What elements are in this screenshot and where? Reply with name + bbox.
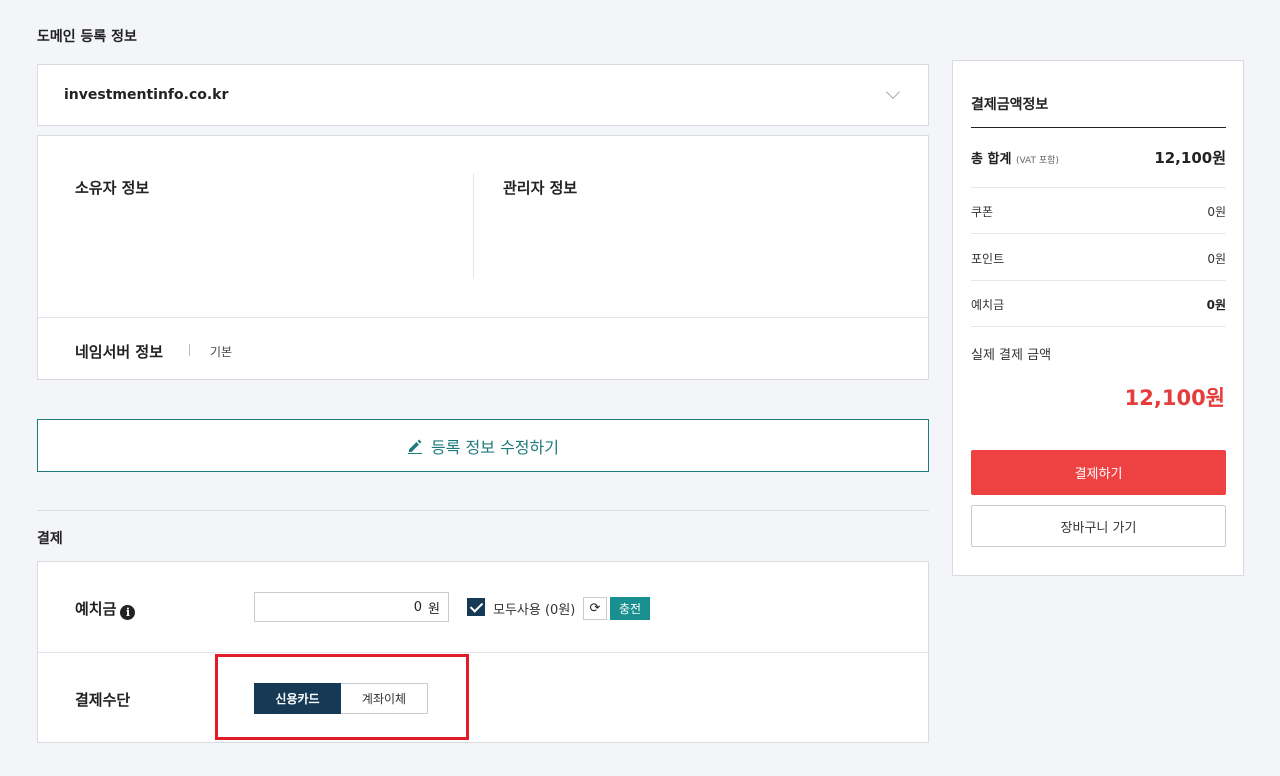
payment-section-title: 결제	[37, 531, 63, 547]
point-value: 0원	[1207, 252, 1226, 266]
owner-info-title: 소유자 정보	[75, 179, 150, 197]
refresh-button[interactable]: ⟳	[583, 597, 607, 620]
payment-divider	[37, 510, 929, 511]
use-all-label[interactable]: 모두사용 (0원)	[493, 599, 575, 618]
edit-registration-label: 등록 정보 수정하기	[431, 437, 559, 457]
chevron-down-icon	[885, 84, 901, 100]
summary-coupon-row: 쿠폰 0원	[971, 203, 1226, 220]
refresh-icon: ⟳	[589, 601, 601, 616]
pay-button[interactable]: 결제하기	[971, 450, 1226, 495]
deposit-label: 예치금	[75, 600, 117, 618]
coupon-value: 0원	[1207, 205, 1226, 219]
info-icon[interactable]: i	[120, 605, 136, 620]
summary-deposit-label: 예치금	[971, 298, 1005, 312]
total-value: 12,100원	[1154, 149, 1226, 167]
summary-divider	[971, 233, 1226, 234]
domain-select[interactable]: investmentinfo.co.kr	[37, 64, 929, 126]
vat-note: (VAT 포함)	[1015, 156, 1059, 166]
summary-title: 결제금액정보	[971, 97, 1049, 113]
total-label: 총 합계	[971, 152, 1012, 167]
deposit-input-unit: 원	[428, 601, 440, 617]
coupon-label: 쿠폰	[971, 205, 994, 219]
final-amount-value: 12,100원	[1124, 386, 1225, 410]
admin-info-title: 관리자 정보	[503, 179, 578, 197]
domain-section-title: 도메인 등록 정보	[37, 29, 137, 45]
pencil-icon	[408, 439, 423, 454]
selected-domain: investmentinfo.co.kr	[64, 87, 229, 103]
highlight-box	[215, 654, 469, 740]
edit-registration-button[interactable]: 등록 정보 수정하기	[37, 419, 929, 472]
summary-deposit-row: 예치금 0원	[971, 296, 1226, 313]
summary-divider	[971, 280, 1226, 281]
summary-divider	[971, 187, 1226, 188]
deposit-row-label: 예치금 i	[75, 598, 136, 620]
summary-total-row: 총 합계 (VAT 포함) 12,100원	[971, 147, 1226, 168]
payment-card: 예치금 i 0 원 모두사용 (0원) ⟳ 충전 결제수단 신용카드 계좌이체	[37, 561, 929, 743]
go-to-cart-button[interactable]: 장바구니 가기	[971, 505, 1226, 547]
summary-deposit-value: 0원	[1206, 298, 1226, 312]
column-divider	[473, 173, 474, 279]
payment-row-divider	[38, 652, 928, 653]
payment-method-label: 결제수단	[75, 691, 131, 709]
point-label: 포인트	[971, 252, 1005, 266]
nameserver-value: 기본	[210, 345, 233, 359]
deposit-input-value: 0	[413, 599, 423, 615]
payment-summary-panel: 결제금액정보 총 합계 (VAT 포함) 12,100원 쿠폰 0원 포인트 0…	[952, 60, 1244, 576]
final-amount-label: 실제 결제 금액	[971, 348, 1052, 363]
summary-title-underline	[971, 127, 1226, 128]
use-all-checkbox[interactable]	[467, 598, 485, 616]
section-divider	[38, 317, 928, 318]
summary-point-row: 포인트 0원	[971, 250, 1226, 267]
registration-info-card: 소유자 정보 관리자 정보 네임서버 정보 기본	[37, 135, 929, 380]
nameserver-info-title: 네임서버 정보	[75, 343, 164, 361]
nameserver-separator	[189, 344, 190, 356]
summary-divider	[971, 326, 1226, 327]
charge-button[interactable]: 충전	[610, 597, 650, 620]
deposit-input[interactable]: 0 원	[254, 592, 449, 622]
total-label-group: 총 합계 (VAT 포함)	[971, 148, 1059, 167]
